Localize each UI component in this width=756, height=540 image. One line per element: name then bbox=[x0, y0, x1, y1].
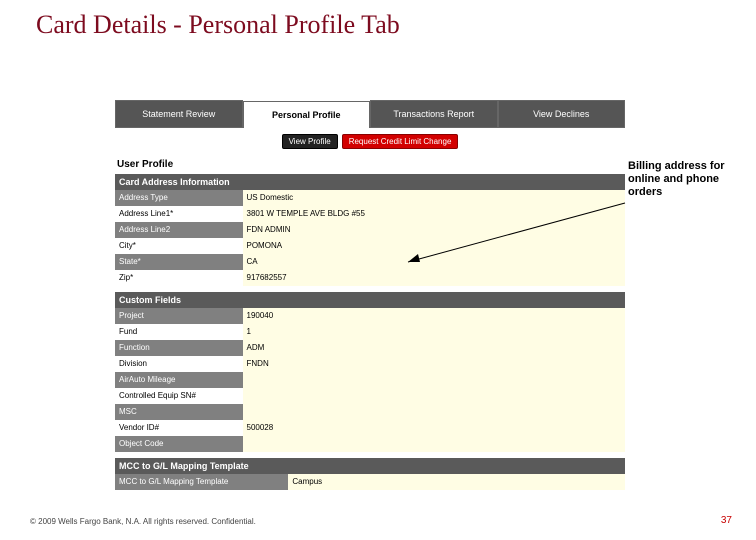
mcc-table: MCC to G/L Mapping Template MCC to G/L M… bbox=[115, 458, 625, 490]
equip-label: Controlled Equip SN# bbox=[115, 388, 243, 404]
address-type-value: US Domestic bbox=[243, 190, 626, 206]
request-credit-limit-button[interactable]: Request Credit Limit Change bbox=[342, 134, 459, 149]
project-value: 190040 bbox=[243, 308, 626, 324]
custom-fields-table: Custom Fields Project190040 Fund1 Functi… bbox=[115, 292, 625, 452]
project-label: Project bbox=[115, 308, 243, 324]
mileage-value bbox=[243, 372, 626, 388]
zip-value: 917682557 bbox=[243, 270, 626, 286]
city-value: POMONA bbox=[243, 238, 626, 254]
slide-title: Card Details - Personal Profile Tab bbox=[36, 10, 400, 40]
page-number: 37 bbox=[721, 515, 732, 526]
state-label: State* bbox=[115, 254, 243, 270]
profile-panel: Statement Review Personal Profile Transa… bbox=[115, 100, 625, 490]
msc-label: MSC bbox=[115, 404, 243, 420]
custom-section-header: Custom Fields bbox=[115, 292, 625, 308]
mcc-row-label: MCC to G/L Mapping Template bbox=[115, 474, 288, 490]
buttons-row: View Profile Request Credit Limit Change bbox=[115, 134, 625, 149]
tab-statement-review[interactable]: Statement Review bbox=[115, 100, 243, 127]
billing-address-annotation: Billing address for online and phone ord… bbox=[628, 160, 738, 199]
mcc-row-value: Campus bbox=[288, 474, 625, 490]
address-line1-label: Address Line1* bbox=[115, 206, 243, 222]
division-label: Division bbox=[115, 356, 243, 372]
address-type-label: Address Type bbox=[115, 190, 243, 206]
address-section-header: Card Address Information bbox=[115, 174, 625, 190]
footer-copyright: © 2009 Wells Fargo Bank, N.A. All rights… bbox=[30, 517, 256, 526]
address-line2-label: Address Line2 bbox=[115, 222, 243, 238]
address-line2-value: FDN ADMIN bbox=[243, 222, 626, 238]
zip-label: Zip* bbox=[115, 270, 243, 286]
object-label: Object Code bbox=[115, 436, 243, 452]
view-profile-button[interactable]: View Profile bbox=[282, 134, 338, 149]
mileage-label: AirAuto Mileage bbox=[115, 372, 243, 388]
function-value: ADM bbox=[243, 340, 626, 356]
vendor-label: Vendor ID# bbox=[115, 420, 243, 436]
object-value bbox=[243, 436, 626, 452]
tab-view-declines[interactable]: View Declines bbox=[498, 100, 626, 127]
tab-bar: Statement Review Personal Profile Transa… bbox=[115, 100, 625, 128]
division-value: FNDN bbox=[243, 356, 626, 372]
address-line1-value: 3801 W TEMPLE AVE BLDG #55 bbox=[243, 206, 626, 222]
mcc-section-header: MCC to G/L Mapping Template bbox=[115, 458, 625, 474]
card-address-table: Card Address Information Address TypeUS … bbox=[115, 174, 625, 286]
vendor-value: 500028 bbox=[243, 420, 626, 436]
city-label: City* bbox=[115, 238, 243, 254]
fund-label: Fund bbox=[115, 324, 243, 340]
user-profile-heading: User Profile bbox=[115, 155, 625, 174]
tab-transactions-report[interactable]: Transactions Report bbox=[370, 100, 498, 127]
msc-value bbox=[243, 404, 626, 420]
fund-value: 1 bbox=[243, 324, 626, 340]
tab-personal-profile[interactable]: Personal Profile bbox=[243, 101, 371, 128]
state-value: CA bbox=[243, 254, 626, 270]
equip-value bbox=[243, 388, 626, 404]
function-label: Function bbox=[115, 340, 243, 356]
